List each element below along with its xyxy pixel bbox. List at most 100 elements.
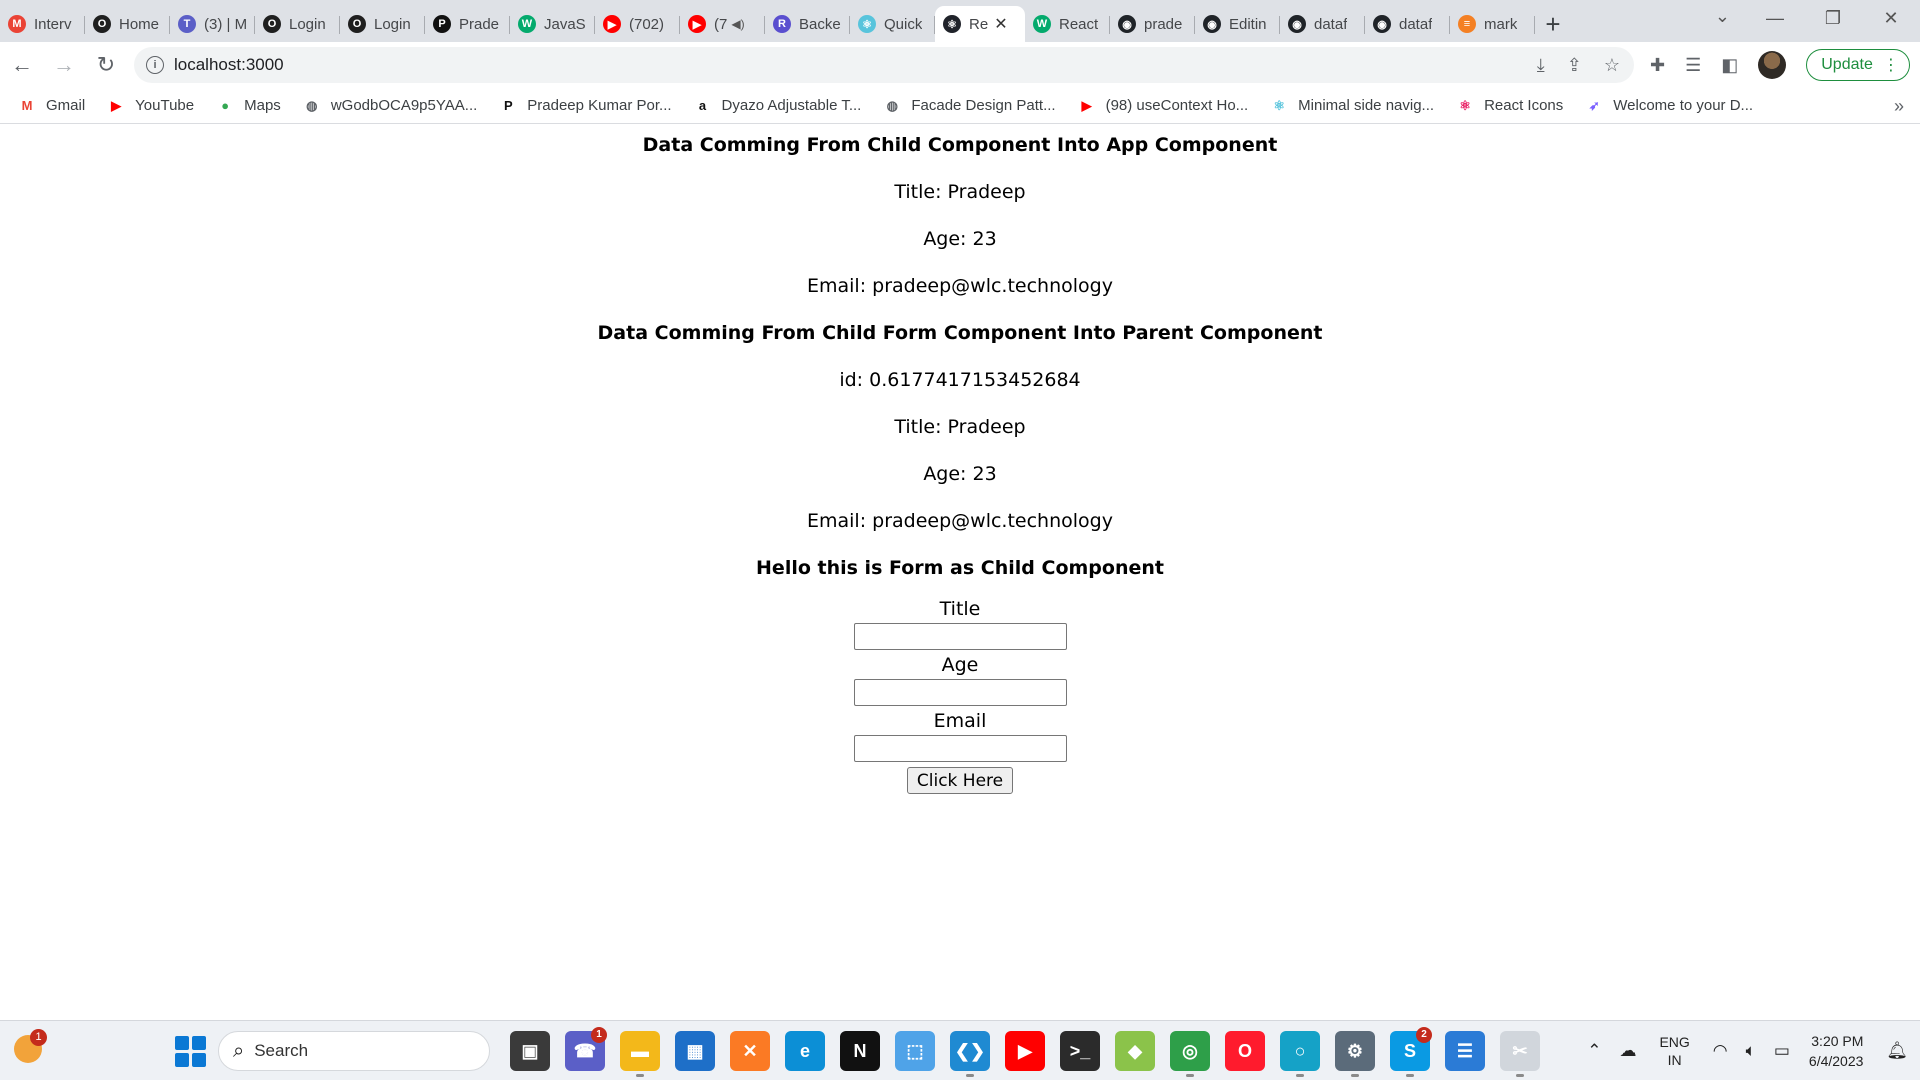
chevron-up-icon[interactable]: ⌃ [1587, 1041, 1601, 1061]
bookmarks-bar: M Gmail ▶ YouTube ● Maps ◍ wGodbOCA9p5YAA... P Pr… [0, 88, 1920, 124]
address-bar[interactable]: i localhost:3000 ⤓ ⇪ ☆ [134, 47, 1634, 83]
bookmark-item[interactable]: P Pradeep Kumar Por... [499, 97, 672, 115]
bookmark-item[interactable]: ⚛ Minimal side navig... [1270, 97, 1434, 115]
avatar[interactable] [1758, 51, 1787, 79]
site-info-icon[interactable]: i [146, 56, 164, 74]
skype-icon[interactable]: S2 [1390, 1027, 1432, 1077]
forward-icon[interactable]: → [44, 45, 84, 85]
bookmarks-overflow-icon[interactable]: » [1894, 96, 1904, 117]
volume-icon[interactable]: 🔈︎ [1746, 1041, 1756, 1061]
globe-icon: ◍ [306, 97, 318, 113]
terminal-icon[interactable]: >_ [1060, 1031, 1100, 1071]
close-window-icon[interactable]: ✕ [1862, 8, 1920, 29]
browser-tab[interactable]: ⚛ Quick [850, 6, 935, 42]
browser-tab[interactable]: ◉ prade [1110, 6, 1195, 42]
p-logo-icon: P [503, 98, 513, 113]
chrome-icon[interactable]: ◎ [1170, 1031, 1210, 1077]
app-glyph: ❮❯ [954, 1040, 986, 1061]
bookmark-item[interactable]: a Dyazo Adjustable T... [694, 97, 861, 115]
p-logo-icon: P [433, 15, 451, 33]
tab-audio-icon[interactable]: ◀) [731, 17, 744, 31]
app-glyph: N [853, 1040, 867, 1061]
browser-tab[interactable]: O Login [340, 6, 425, 42]
browser-tab[interactable]: O Login [255, 6, 340, 42]
language-indicator[interactable]: ENG IN [1659, 1033, 1689, 1069]
windows-start-icon[interactable] [172, 1033, 208, 1069]
onedrive-icon[interactable]: ☁ [1619, 1041, 1636, 1061]
bookmark-item[interactable]: ➶ Welcome to your D... [1585, 97, 1753, 115]
tab-strip: M Interv O Home T (3) | M O Login O Login P Prade W J… [0, 0, 1920, 42]
reload-icon[interactable]: ↻ [86, 45, 126, 85]
browser-tab[interactable]: R Backe [765, 6, 850, 42]
settings-icon[interactable]: ⚙ [1335, 1031, 1375, 1077]
tab-active[interactable]: ⚛ Re ✕ [935, 6, 1025, 42]
back-icon[interactable]: ← [2, 45, 42, 85]
browser-tab[interactable]: W JavaS [510, 6, 595, 42]
youtube-app-icon[interactable]: ▶ [1005, 1031, 1045, 1071]
close-tab-icon[interactable]: ✕ [994, 14, 1007, 34]
notepad-icon[interactable]: ☰ [1445, 1031, 1485, 1071]
snipping-tool-icon[interactable]: ✂ [1500, 1031, 1540, 1077]
file-explorer-icon[interactable]: ▬ [620, 1031, 660, 1077]
git-tool-icon[interactable]: ◆ [1115, 1031, 1155, 1071]
install-app-icon[interactable]: ⤓ [1537, 55, 1545, 76]
browser-tab[interactable]: P Prade [425, 6, 510, 42]
bookmark-label: YouTube [135, 97, 195, 114]
running-indicator [1351, 1074, 1359, 1077]
side-panel-icon[interactable]: ◧ [1721, 55, 1738, 76]
tab-search-icon[interactable]: ⌄ [1715, 6, 1730, 27]
click-here-button[interactable]: Click Here [906, 767, 1014, 794]
app-glyph: ▶ [1018, 1040, 1032, 1061]
extensions-icon[interactable]: ✚ [1650, 55, 1665, 76]
new-tab-button[interactable]: + [1535, 6, 1571, 42]
vscode-icon[interactable]: ❮❯ [950, 1031, 990, 1077]
minimize-icon[interactable]: — [1746, 8, 1804, 29]
task-view-icon[interactable]: ▣ [510, 1031, 550, 1071]
email-input[interactable] [853, 735, 1067, 762]
bookmark-item[interactable]: ▶ (98) useContext Ho... [1078, 97, 1249, 115]
browser-tab[interactable]: M Interv [0, 6, 85, 42]
xampp-icon[interactable]: ✕ [730, 1031, 770, 1071]
bookmark-item[interactable]: ▶ YouTube [107, 97, 194, 115]
browser-tab[interactable]: ≡ mark [1450, 6, 1535, 42]
bookmark-item[interactable]: ◍ Facade Design Patt... [883, 97, 1056, 115]
bookmark-item[interactable]: ◍ wGodbOCA9p5YAA... [303, 97, 477, 115]
title-input[interactable] [853, 623, 1067, 650]
browser-tab[interactable]: ▶ (7 ◀) [680, 6, 765, 42]
age-input[interactable] [853, 679, 1067, 706]
update-button[interactable]: Update ⋮ [1806, 49, 1910, 81]
edge-icon[interactable]: e [785, 1031, 825, 1071]
battery-icon[interactable]: ▭ [1774, 1041, 1790, 1061]
gmail-icon: M [21, 98, 33, 113]
opera-icon[interactable]: O [1225, 1031, 1265, 1071]
browser-tab[interactable]: ◉ Editin [1195, 6, 1280, 42]
share-icon[interactable]: ⇪ [1567, 55, 1582, 76]
netflix-icon[interactable]: N [840, 1031, 880, 1071]
browser-tab[interactable]: O Home [85, 6, 170, 42]
url-text[interactable]: localhost:3000 [174, 55, 284, 75]
weather-badge: 1 [30, 1029, 47, 1046]
browser-tab[interactable]: ◉ dataf [1365, 6, 1450, 42]
bookmark-star-icon[interactable]: ☆ [1604, 55, 1620, 76]
wifi-icon[interactable]: ◠ [1713, 1041, 1728, 1061]
taskbar-search-box[interactable]: ⌕ Search [218, 1031, 490, 1071]
app-installer-icon[interactable]: ⬚ [895, 1031, 935, 1071]
more-menu-icon: ⋮ [1882, 57, 1899, 74]
bookmark-item[interactable]: ⚛ React Icons [1456, 97, 1563, 115]
alexa-icon[interactable]: ○ [1280, 1031, 1320, 1077]
clock[interactable]: 3:20 PM 6/4/2023 [1809, 1031, 1864, 1071]
app-glyph: O [1237, 1040, 1252, 1061]
bookmark-item[interactable]: M Gmail [18, 97, 86, 115]
reading-list-icon[interactable]: ☰ [1685, 55, 1701, 76]
notification-bell-icon[interactable]: 🔔︎ [1886, 1041, 1908, 1061]
bookmark-item[interactable]: ● Maps [216, 97, 281, 115]
browser-tab[interactable]: T (3) | M [170, 6, 255, 42]
browser-tab[interactable]: ▶ (702) [595, 6, 680, 42]
bookmark-label: Gmail [46, 97, 86, 114]
browser-tab[interactable]: ◉ dataf [1280, 6, 1365, 42]
teams-chat-icon[interactable]: ☎ 1 [565, 1027, 607, 1071]
restore-icon[interactable]: ❐ [1804, 8, 1862, 29]
microsoft-store-icon[interactable]: ▦ [675, 1031, 715, 1071]
browser-tab[interactable]: W React [1025, 6, 1110, 42]
tab-title: (7 [714, 15, 728, 33]
